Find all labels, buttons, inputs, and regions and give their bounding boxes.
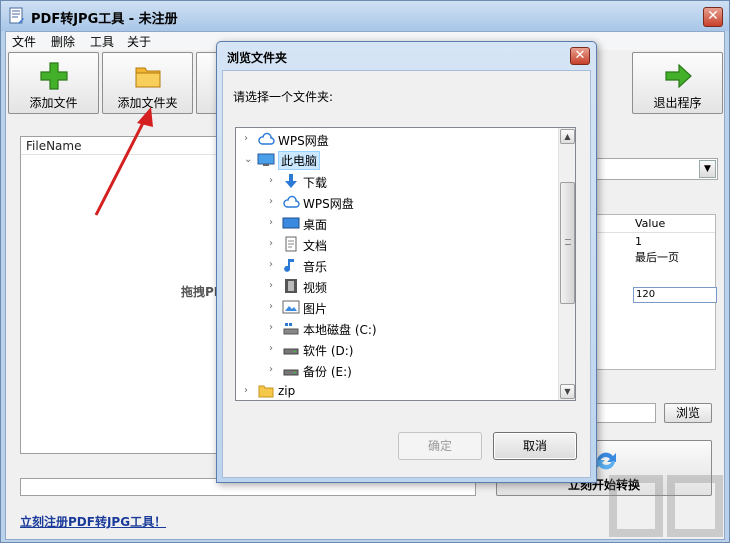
register-link[interactable]: 立刻注册PDF转JPG工具！ <box>20 513 166 530</box>
browse-folder-dialog: 浏览文件夹 ✕ 请选择一个文件夹: › WPS网盘 ⌄ 此电脑 › 下载 › WPS网盘 › 桌面… <box>216 41 597 483</box>
chevron-right-icon[interactable]: › <box>269 364 273 375</box>
tree-item[interactable]: › 文档 <box>236 234 556 255</box>
property-value[interactable]: 最后一页 <box>635 249 679 265</box>
tree-item-label: 桌面 <box>303 218 328 232</box>
chevron-right-icon[interactable]: › <box>244 133 248 144</box>
menu-about[interactable]: 关于 <box>127 33 151 50</box>
tree-item-label: zip <box>278 384 296 398</box>
drive-icon <box>282 341 300 357</box>
tree-item[interactable]: › 音乐 <box>236 255 556 276</box>
output-path-input[interactable] <box>592 403 656 423</box>
add-file-button[interactable]: 添加文件 <box>8 52 99 114</box>
property-value[interactable]: 1 <box>635 235 642 248</box>
property-edit-field[interactable]: 120 <box>633 287 717 303</box>
ok-button[interactable]: 确定 <box>398 432 482 460</box>
drive-icon <box>282 362 300 378</box>
chevron-right-icon[interactable]: › <box>269 238 273 249</box>
tree-item[interactable]: › WPS网盘 <box>236 192 556 213</box>
document-icon <box>282 236 300 252</box>
chevron-right-icon[interactable]: › <box>269 301 273 312</box>
folder-icon <box>257 383 275 399</box>
chevron-right-icon[interactable]: › <box>269 196 273 207</box>
scroll-thumb[interactable] <box>560 182 575 304</box>
desktop-icon <box>282 215 300 231</box>
annotation-arrow-icon <box>94 107 153 216</box>
music-icon <box>282 257 300 273</box>
download-icon <box>282 173 300 189</box>
main-title-bar[interactable]: PDF转JPG工具 - 未注册 ✕ <box>1 1 729 31</box>
chevron-right-icon[interactable]: › <box>269 280 273 291</box>
drag-hint: 拖拽PI <box>181 285 219 299</box>
app-icon <box>9 7 24 24</box>
tree-item-label: 软件 (D:) <box>303 344 354 358</box>
property-header: Value <box>593 215 715 233</box>
column-filename: FileName <box>26 139 82 153</box>
chevron-right-icon[interactable]: › <box>269 175 273 186</box>
grip-icon <box>565 239 571 245</box>
property-grid[interactable]: Value 1 最后一页 120 <box>592 214 717 370</box>
tree-item-label: 音乐 <box>303 260 328 274</box>
tree-item[interactable]: › WPS网盘 <box>236 129 556 150</box>
tree-item[interactable]: › 视频 <box>236 276 556 297</box>
tree-item-label: WPS网盘 <box>278 134 329 148</box>
window-title: PDF转JPG工具 - 未注册 <box>31 12 178 27</box>
tree-item[interactable]: › 下载 <box>236 171 556 192</box>
tree-item-label: 视频 <box>303 281 328 295</box>
chevron-right-icon[interactable]: › <box>269 322 273 333</box>
folder-icon <box>135 67 160 88</box>
tree-item-label: 文档 <box>303 239 328 253</box>
tree-item-label: 备份 (E:) <box>303 365 352 379</box>
browse-button[interactable]: 浏览 <box>664 403 712 423</box>
cloud-icon <box>282 194 300 210</box>
tree-item[interactable]: › 图片 <box>236 297 556 318</box>
dialog-title: 浏览文件夹 <box>227 51 288 65</box>
dialog-close-icon[interactable]: ✕ <box>570 47 590 65</box>
exit-label: 退出程序 <box>653 96 702 110</box>
folder-tree[interactable]: › WPS网盘 ⌄ 此电脑 › 下载 › WPS网盘 › 桌面 › 文档 › 音乐 › 视频 › 图片 › 本地磁盘 … <box>235 127 576 401</box>
dialog-prompt: 请选择一个文件夹: <box>233 90 334 104</box>
video-icon <box>282 278 300 294</box>
cloud-icon <box>257 131 275 147</box>
exit-button[interactable]: 退出程序 <box>632 52 723 114</box>
chevron-right-icon[interactable]: › <box>244 385 248 396</box>
tree-item[interactable]: › 软件 (D:) <box>236 339 556 360</box>
chevron-right-icon[interactable]: › <box>269 259 273 270</box>
column-value: Value <box>635 217 666 230</box>
add-file-label: 添加文件 <box>29 96 78 110</box>
chevron-right-icon[interactable]: › <box>269 217 273 228</box>
menu-tools[interactable]: 工具 <box>90 33 114 50</box>
system-drive-icon <box>282 320 300 336</box>
chevron-down-icon[interactable]: ▼ <box>699 160 716 178</box>
tree-item[interactable]: › zip <box>236 381 556 400</box>
tree-item[interactable]: › 本地磁盘 (C:) <box>236 318 556 339</box>
menu-file[interactable]: 文件 <box>12 33 36 50</box>
tree-item[interactable]: ⌄ 此电脑 <box>236 150 556 171</box>
cancel-button[interactable]: 取消 <box>493 432 577 460</box>
close-icon[interactable]: ✕ <box>703 7 723 27</box>
watermark-logo <box>609 475 723 537</box>
tree-item-label: 图片 <box>303 302 328 316</box>
tree-scrollbar[interactable]: ▲ ▼ <box>558 128 575 400</box>
output-combo[interactable]: ▼ <box>592 158 718 180</box>
scroll-up-icon[interactable]: ▲ <box>560 129 575 144</box>
dialog-body: 请选择一个文件夹: › WPS网盘 ⌄ 此电脑 › 下载 › WPS网盘 › 桌面 › 文档 › 音乐 › 视… <box>222 70 591 478</box>
tree-item[interactable]: › 桌面 <box>236 213 556 234</box>
tree-item-label: WPS网盘 <box>303 197 354 211</box>
tree-item-label: 本地磁盘 (C:) <box>303 323 377 337</box>
scroll-down-icon[interactable]: ▼ <box>560 384 575 399</box>
chevron-down-icon[interactable]: ⌄ <box>244 154 252 165</box>
picture-icon <box>282 299 300 315</box>
plus-icon <box>39 62 68 90</box>
menu-delete[interactable]: 删除 <box>51 33 75 50</box>
tree-item[interactable]: › 备份 (E:) <box>236 360 556 381</box>
arrow-right-icon <box>664 63 692 89</box>
chevron-right-icon[interactable]: › <box>269 343 273 354</box>
tree-item-label: 此电脑 <box>278 151 321 170</box>
tree-item-label: 下载 <box>303 176 328 190</box>
computer-icon <box>257 152 275 168</box>
